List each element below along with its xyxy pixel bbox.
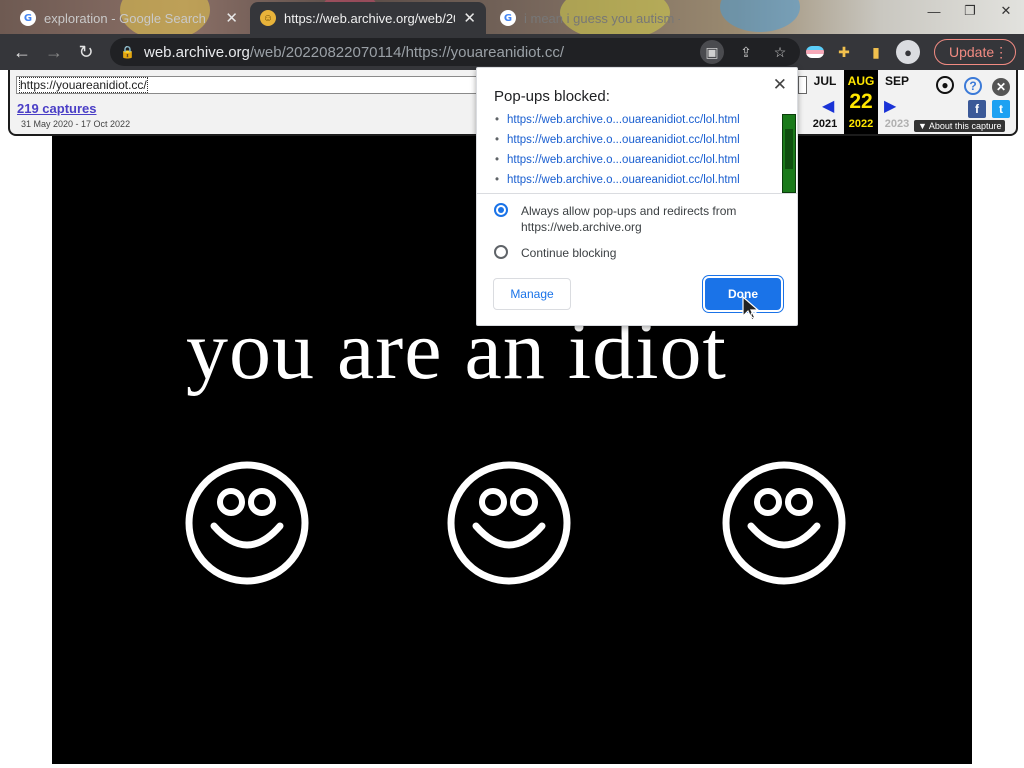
tab-title: i mean i guess you autism - Goo [524, 10, 680, 26]
wayback-secondary-input[interactable] [798, 76, 807, 94]
blocked-popup-link[interactable]: https://web.archive.o...ouareanidiot.cc/… [495, 174, 767, 194]
menu-kebab-icon: ⋮ [994, 43, 1009, 60]
facebook-icon[interactable]: f [968, 100, 986, 118]
close-tab-icon[interactable]: ✕ [225, 9, 238, 27]
list-scrollbar[interactable] [782, 114, 796, 193]
profile-avatar-icon[interactable]: ● [896, 40, 920, 64]
window-controls: — ❐ ✕ [916, 0, 1024, 24]
twitter-icon[interactable]: t [992, 100, 1010, 118]
about-this-capture-button[interactable]: ▼ About this capture [914, 120, 1006, 132]
capture-date-range: 31 May 2020 - 17 Oct 2022 [21, 119, 131, 129]
extensions-area: ✚ ▮ ● [806, 40, 920, 64]
dialog-title: Pop-ups blocked: [494, 88, 610, 105]
forward-arrow-icon[interactable]: → [38, 36, 70, 68]
side-panel-icon[interactable]: ▮ [864, 40, 888, 64]
back-arrow-icon[interactable]: ← [6, 36, 38, 68]
blocked-popup-list: https://web.archive.o...ouareanidiot.cc/… [495, 114, 767, 194]
mouse-cursor-icon [742, 296, 760, 321]
blocked-popup-link[interactable]: https://web.archive.o...ouareanidiot.cc/… [495, 154, 767, 174]
share-icon[interactable]: ⇪ [734, 40, 758, 64]
manage-button[interactable]: Manage [493, 278, 571, 310]
prev-capture-arrow-icon[interactable]: ◀ [822, 96, 834, 116]
popups-blocked-dialog: Pop-ups blocked: ✕ https://web.archive.o… [476, 67, 798, 326]
trans-flag-extension-icon[interactable] [806, 46, 824, 58]
address-bar[interactable]: 🔒 web.archive.org/web/20220822070114/htt… [110, 38, 800, 66]
next-capture-arrow-icon[interactable]: ▶ [884, 96, 896, 116]
restore-button[interactable]: ❐ [952, 0, 988, 22]
captures-link[interactable]: 219 captures [17, 101, 97, 116]
bookmark-star-icon[interactable]: ☆ [768, 40, 792, 64]
divider [477, 193, 797, 194]
continue-blocking-label: Continue blocking [521, 246, 617, 260]
smiley-face-icon [185, 461, 309, 585]
wayback-url-input[interactable]: https://youareanidiot.cc/ [16, 76, 484, 94]
address-url: web.archive.org/web/20220822070114/https… [144, 43, 565, 61]
browser-toolbar: ← → ↻ 🔒 web.archive.org/web/202208220701… [0, 34, 1024, 70]
tab-google-autism[interactable]: G i mean i guess you autism - Goo [490, 2, 690, 34]
title-bar: G exploration - Google Search ✕ ☺ https:… [0, 0, 1024, 34]
smiley-face-icon [722, 461, 846, 585]
calendar-current-month: AUG 22 2022 [844, 70, 878, 134]
close-icon[interactable]: ✕ [773, 75, 787, 95]
tab-wayback[interactable]: ☺ https://web.archive.org/web/2022 ✕ [250, 2, 486, 34]
always-allow-label: Always allow pop-ups and redirects from … [521, 204, 737, 234]
google-icon: G [20, 10, 36, 26]
account-icon[interactable]: ● [936, 76, 954, 94]
google-icon: G [500, 10, 516, 26]
extensions-puzzle-icon[interactable]: ✚ [832, 40, 856, 64]
update-label: Update [949, 44, 995, 60]
minimize-button[interactable]: — [916, 0, 952, 22]
update-button[interactable]: Update ⋮ [934, 39, 1016, 65]
blocked-popup-link[interactable]: https://web.archive.o...ouareanidiot.cc/… [495, 134, 767, 154]
popup-blocked-icon[interactable]: ▣ [700, 40, 724, 64]
smiley-face-icon [447, 461, 571, 585]
blocked-popup-link[interactable]: https://web.archive.o...ouareanidiot.cc/… [495, 114, 767, 134]
tab-title: exploration - Google Search [44, 10, 206, 26]
reload-icon[interactable]: ↻ [70, 36, 102, 68]
lock-icon: 🔒 [120, 45, 135, 59]
close-wayback-icon[interactable]: ✕ [992, 78, 1010, 96]
close-tab-icon[interactable]: ✕ [463, 9, 476, 27]
window-close-button[interactable]: ✕ [988, 0, 1024, 22]
continue-blocking-radio[interactable] [494, 245, 508, 259]
tab-google-search[interactable]: G exploration - Google Search ✕ [10, 2, 248, 34]
tab-title: https://web.archive.org/web/2022 [284, 10, 455, 26]
smiley-favicon-icon: ☺ [260, 10, 276, 26]
help-icon[interactable]: ? [964, 77, 982, 95]
always-allow-radio[interactable] [494, 203, 508, 217]
